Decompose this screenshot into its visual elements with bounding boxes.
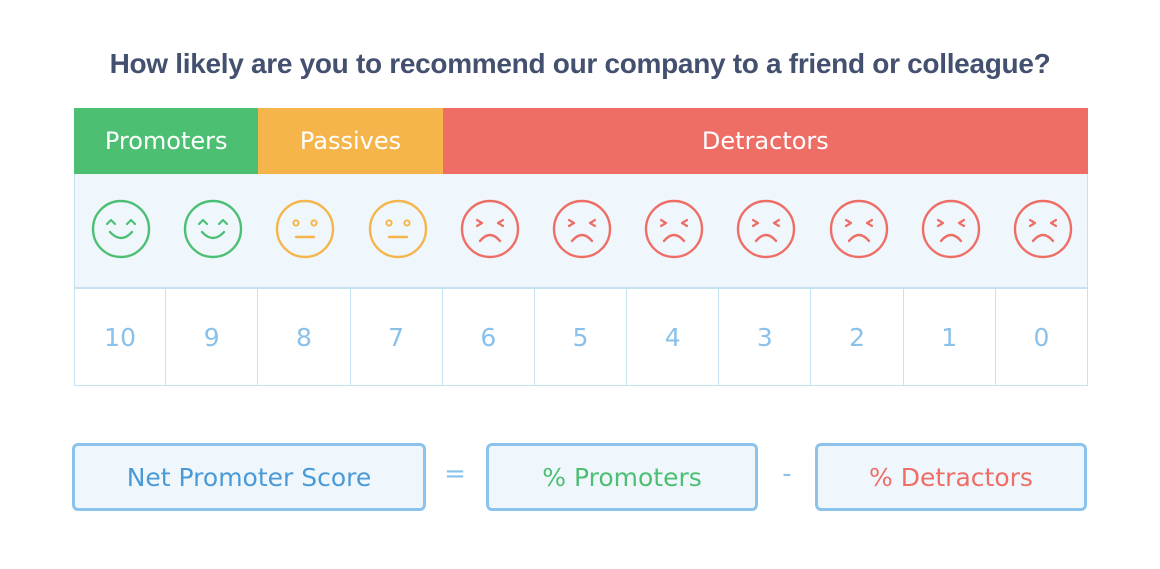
category-header-passives: Passives <box>258 108 443 174</box>
sad-face-icon <box>737 199 796 259</box>
category-header-detractors: Detractors <box>442 108 1088 174</box>
sad-face-icon <box>552 199 612 259</box>
score-cell: 6 <box>441 288 535 386</box>
sad-face-icon <box>921 199 980 259</box>
score-cell: 1 <box>902 288 996 386</box>
score-cell: 5 <box>533 288 628 386</box>
nps-scale-table: Promoters Passives Detractors 10 9 8 7 6… <box>74 108 1088 386</box>
sad-face-icon <box>829 199 888 259</box>
sad-face-icon <box>644 199 704 259</box>
score-cell: 2 <box>810 288 904 386</box>
detractors-percent-label: % Detractors <box>869 462 1033 492</box>
score-cell: 3 <box>718 288 812 386</box>
happy-face-icon <box>184 199 243 259</box>
score-cell: 9 <box>165 288 259 386</box>
neutral-face-icon <box>368 199 427 259</box>
minus-sign: - <box>782 459 792 489</box>
neutral-face-icon <box>276 199 335 259</box>
score-cell: 4 <box>626 288 720 386</box>
scores-row: 10 9 8 7 6 5 4 3 2 1 0 <box>74 288 1088 386</box>
score-cell: 7 <box>349 288 443 386</box>
nps-result-label: Net Promoter Score <box>126 462 372 492</box>
promoters-percent-label: % Promoters <box>542 462 702 492</box>
sad-face-icon <box>1013 199 1073 259</box>
nps-result-box: Net Promoter Score <box>72 443 426 511</box>
survey-question-title: How likely are you to recommend our comp… <box>109 48 1051 79</box>
equals-sign: = <box>444 459 466 489</box>
sad-face-icon <box>460 199 520 259</box>
score-cell: 10 <box>74 288 167 386</box>
score-cell: 8 <box>257 288 351 386</box>
score-cell: 0 <box>994 288 1088 386</box>
detractors-percent-box: % Detractors <box>815 443 1087 511</box>
category-header-promoters: Promoters <box>74 108 259 174</box>
happy-face-icon <box>91 199 151 259</box>
promoters-percent-box: % Promoters <box>486 443 758 511</box>
faces-row <box>74 174 1088 288</box>
